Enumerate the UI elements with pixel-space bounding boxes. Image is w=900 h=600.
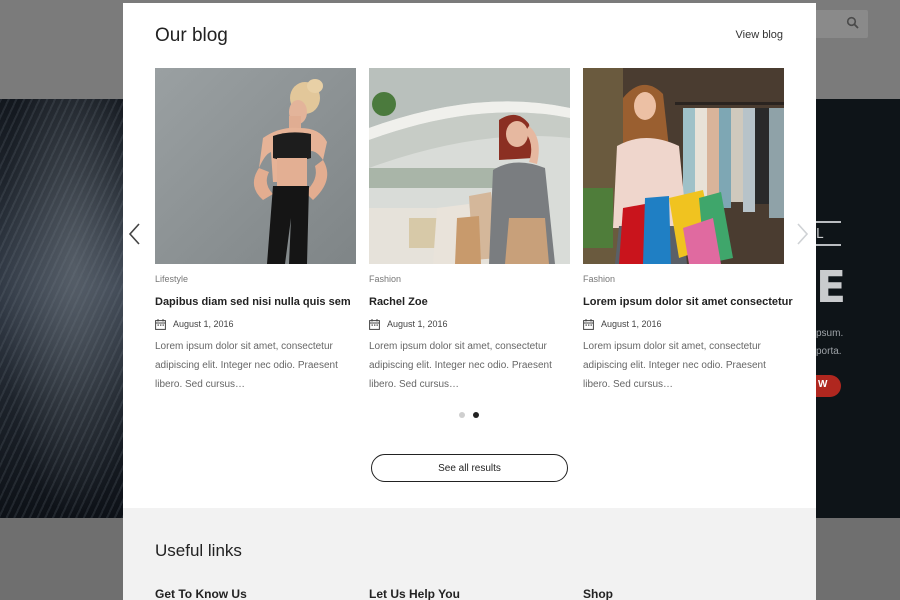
post-date-text: August 1, 2016: [601, 319, 662, 329]
post-category[interactable]: Fashion: [583, 274, 784, 286]
blog-post-card[interactable]: Lifestyle Dapibus diam sed nisi nulla qu…: [155, 68, 356, 394]
useful-links-section: Useful links Get To Know Us Let Us Help …: [123, 508, 816, 600]
blog-post-card[interactable]: Fashion Lorem ipsum dolor sit amet conse…: [583, 68, 793, 394]
useful-links-column-heading[interactable]: Shop: [583, 587, 613, 600]
background-hero-button-label: W: [818, 379, 828, 390]
carousel-pagination: [459, 412, 479, 418]
chevron-left-icon[interactable]: [127, 222, 141, 246]
pagination-dot[interactable]: [459, 412, 465, 418]
chevron-right-icon[interactable]: [796, 222, 810, 246]
post-excerpt: Lorem ipsum dolor sit amet, consectetur …: [369, 341, 552, 390]
post-category[interactable]: Fashion: [369, 274, 570, 286]
post-image-fitness[interactable]: [155, 68, 356, 264]
post-date: August 1, 2016: [583, 318, 784, 330]
post-image-mall[interactable]: [369, 68, 570, 264]
woman-shopping-bags-photo: [583, 68, 784, 264]
background-hero-letter: L: [816, 227, 828, 242]
pagination-dot-active[interactable]: [473, 412, 479, 418]
background-hero-image: [0, 99, 123, 518]
post-title[interactable]: Dapibus diam sed nisi nulla quis sem: [155, 296, 356, 308]
post-date-text: August 1, 2016: [387, 319, 448, 329]
background-hero-text: porta.: [816, 346, 842, 357]
background-hero-headline: E: [816, 262, 847, 313]
post-date: August 1, 2016: [369, 318, 570, 330]
useful-links-title: Useful links: [155, 541, 242, 560]
background-hero-rule: [816, 244, 841, 246]
blog-panel: Our blog View blog Lifestyle Dapibus dia…: [123, 3, 816, 600]
calendar-icon: [155, 318, 166, 330]
post-excerpt: Lorem ipsum dolor sit amet, consectetur …: [583, 341, 766, 390]
woman-shopping-mall-photo: [369, 68, 570, 264]
useful-links-column-heading[interactable]: Get To Know Us: [155, 587, 247, 600]
search-icon: [846, 16, 859, 29]
see-all-results-button[interactable]: See all results: [371, 454, 568, 482]
post-title[interactable]: Rachel Zoe: [369, 296, 570, 308]
blog-post-card[interactable]: Fashion Rachel Zoe August 1, 2016 Lorem …: [369, 68, 570, 394]
post-image-bags[interactable]: [583, 68, 784, 264]
calendar-icon: [583, 318, 594, 330]
post-title[interactable]: Lorem ipsum dolor sit amet consectetur: [583, 296, 793, 308]
calendar-icon: [369, 318, 380, 330]
blog-section-title: Our blog: [155, 25, 228, 46]
useful-links-column-heading[interactable]: Let Us Help You: [369, 587, 460, 600]
post-category[interactable]: Lifestyle: [155, 274, 356, 286]
background-hero-rule: [816, 221, 841, 223]
post-excerpt: Lorem ipsum dolor sit amet, consectetur …: [155, 341, 338, 390]
background-hero-text: psum.: [816, 328, 844, 339]
post-date: August 1, 2016: [155, 318, 356, 330]
post-date-text: August 1, 2016: [173, 319, 234, 329]
woman-fitness-photo: [155, 68, 356, 264]
view-blog-link[interactable]: View blog: [736, 29, 784, 41]
